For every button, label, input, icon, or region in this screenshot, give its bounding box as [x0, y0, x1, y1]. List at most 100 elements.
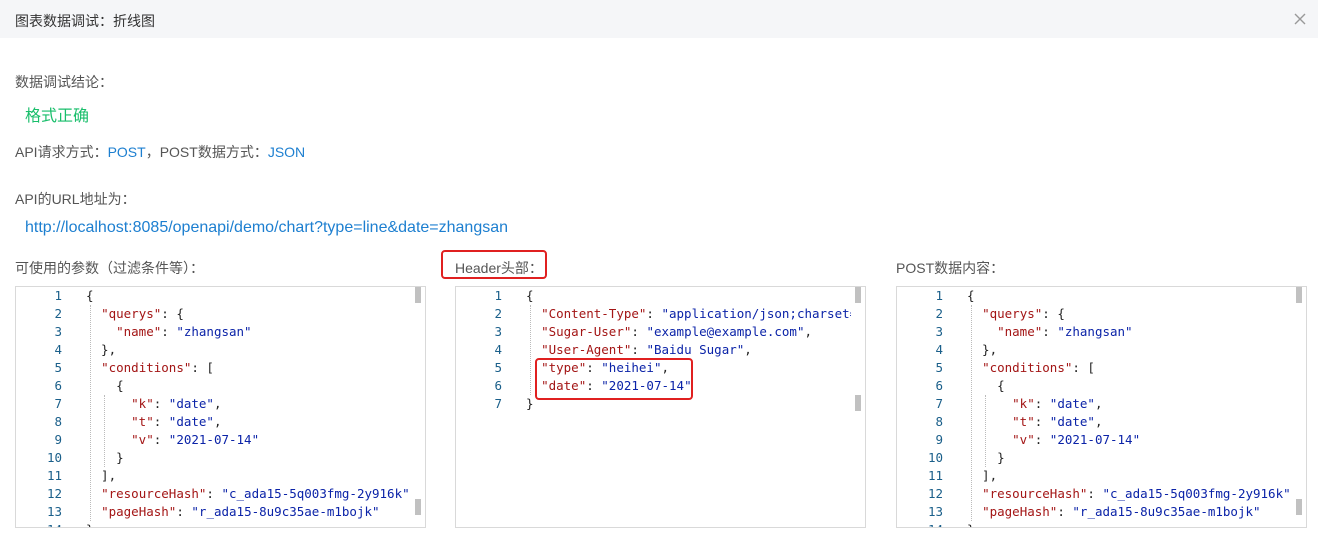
- json-punctuation: ],: [86, 468, 117, 483]
- api-format-label: POST数据方式：: [159, 144, 268, 160]
- line-number: 11: [46, 468, 62, 483]
- json-punctuation: ,: [213, 414, 222, 429]
- post-json-editor[interactable]: 1234567891011121314 { "querys": { "name"…: [896, 286, 1307, 528]
- code-area[interactable]: { "querys": { "name": "zhangsan" }, "con…: [967, 287, 1292, 527]
- json-punctuation: :: [1042, 324, 1058, 339]
- json-string: "zhangsan": [1057, 324, 1133, 339]
- code-line: "Content-Type": "application/json;charse…: [526, 305, 851, 323]
- code-line: "User-Agent": "Baidu Sugar",: [526, 341, 851, 359]
- json-key: "querys": [101, 306, 162, 321]
- line-number: 4: [494, 342, 502, 357]
- json-punctuation: :: [1034, 432, 1050, 447]
- api-separator: ，: [145, 144, 160, 160]
- code-line: {: [967, 377, 1292, 395]
- code-area[interactable]: { "Content-Type": "application/json;char…: [526, 287, 851, 527]
- vertical-scrollbar[interactable]: [415, 287, 421, 303]
- line-number: 3: [54, 324, 62, 339]
- api-format-value: JSON: [267, 144, 306, 160]
- json-punctuation: [86, 306, 101, 321]
- json-punctuation: :: [153, 396, 169, 411]
- line-number: 2: [494, 306, 502, 321]
- line-number: 13: [46, 504, 62, 519]
- json-string: "c_ada15-5q003fmg-2y916k": [1102, 486, 1291, 501]
- code-line: },: [86, 341, 411, 359]
- json-punctuation: ,: [410, 486, 411, 501]
- json-punctuation: :: [176, 504, 192, 519]
- json-string: "2021-07-14": [1049, 432, 1141, 447]
- json-punctuation: {: [526, 288, 534, 303]
- json-string: "r_ada15-8u9c35ae-m1bojk": [191, 504, 380, 519]
- code-line: "resourceHash": "c_ada15-5q003fmg-2y916k…: [967, 485, 1292, 503]
- line-number: 12: [46, 486, 62, 501]
- code-line: }: [86, 521, 411, 527]
- code-line: }: [967, 449, 1292, 467]
- json-string: "application/json;charset=UTF: [661, 306, 851, 321]
- json-key: "v": [1012, 432, 1035, 447]
- json-punctuation: [526, 324, 541, 339]
- vertical-scrollbar-thumb[interactable]: [1296, 499, 1302, 515]
- line-number: 11: [927, 468, 943, 483]
- line-number-gutter: 1234567891011121314: [16, 287, 82, 527]
- code-line: "k": "date",: [86, 395, 411, 413]
- json-punctuation: :: [1034, 414, 1050, 429]
- api-method-label: API请求方式：: [15, 144, 108, 160]
- vertical-scrollbar[interactable]: [1296, 287, 1302, 303]
- close-icon[interactable]: [1291, 10, 1309, 28]
- json-string: "example@example.com": [646, 324, 805, 339]
- header-json-editor[interactable]: 1 2 3 4 5 6 7 { "Content-Type": "application/j…: [455, 286, 866, 528]
- api-url-link[interactable]: http://localhost:8085/openapi/demo/chart…: [25, 219, 508, 237]
- line-number: 6: [494, 378, 502, 393]
- vertical-scrollbar[interactable]: [855, 287, 861, 303]
- code-line: {: [86, 377, 411, 395]
- json-key: "name": [116, 324, 162, 339]
- json-punctuation: [526, 306, 541, 321]
- json-key: "Sugar-User": [541, 324, 632, 339]
- json-punctuation: {: [86, 288, 94, 303]
- line-number: 8: [54, 414, 62, 429]
- json-punctuation: [86, 504, 101, 519]
- json-key: "k": [131, 396, 154, 411]
- json-punctuation: [86, 396, 131, 411]
- code-line: },: [967, 341, 1292, 359]
- code-line: {: [86, 287, 411, 305]
- json-punctuation: }: [526, 396, 534, 411]
- code-line: "Sugar-User": "example@example.com",: [526, 323, 851, 341]
- json-punctuation: ,: [744, 342, 752, 357]
- json-punctuation: {: [86, 378, 124, 393]
- json-punctuation: },: [86, 342, 117, 357]
- json-punctuation: :: [206, 486, 222, 501]
- code-area[interactable]: { "querys": { "name": "zhangsan" }, "con…: [86, 287, 411, 527]
- json-punctuation: :: [153, 432, 169, 447]
- json-punctuation: [526, 342, 541, 357]
- json-key: "t": [131, 414, 154, 429]
- params-json-editor[interactable]: 1234567891011121314 { "querys": { "name"…: [15, 286, 426, 528]
- line-number: 13: [927, 504, 943, 519]
- code-line: {: [526, 287, 851, 305]
- json-punctuation: [86, 324, 116, 339]
- url-label: API的URL地址为：: [15, 191, 136, 207]
- json-punctuation: [967, 486, 982, 501]
- code-line: "name": "zhangsan": [86, 323, 411, 341]
- code-line: "t": "date",: [86, 413, 411, 431]
- code-line: "v": "2021-07-14": [967, 431, 1292, 449]
- json-punctuation: ,: [213, 396, 222, 411]
- vertical-scrollbar-thumb[interactable]: [415, 499, 421, 515]
- json-string: "2021-07-14": [168, 432, 260, 447]
- json-string: "Baidu Sugar": [646, 342, 745, 357]
- api-method-line: API请求方式：POST，POST数据方式：JSON: [15, 142, 305, 162]
- json-punctuation: ,: [1291, 486, 1292, 501]
- json-punctuation: [86, 360, 101, 375]
- json-punctuation: :: [631, 324, 647, 339]
- json-string: "r_ada15-8u9c35ae-m1bojk": [1072, 504, 1261, 519]
- line-number: 9: [54, 432, 62, 447]
- line-number: 5: [935, 360, 943, 375]
- json-key: "resourceHash": [982, 486, 1088, 501]
- json-string: "date": [1049, 414, 1095, 429]
- json-key: "User-Agent": [541, 342, 632, 357]
- line-number: 1: [935, 288, 943, 303]
- json-string: "zhangsan": [176, 324, 252, 339]
- line-number: 4: [935, 342, 943, 357]
- json-string: "date": [168, 396, 214, 411]
- line-number: 14: [897, 521, 963, 527]
- vertical-scrollbar-thumb[interactable]: [855, 395, 861, 411]
